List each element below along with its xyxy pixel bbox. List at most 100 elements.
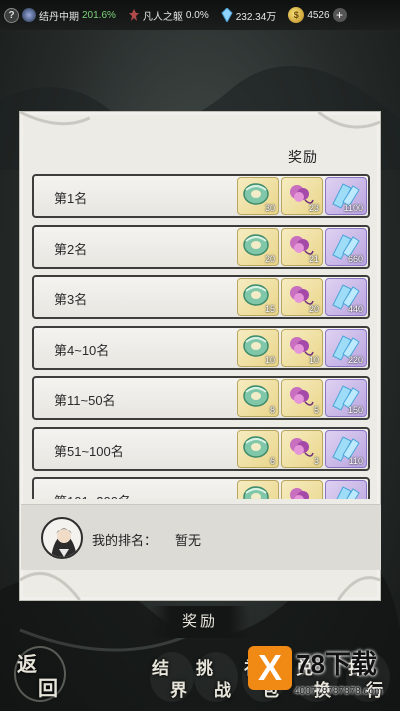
reward-slot[interactable]: 10	[281, 328, 323, 367]
spirit-stone-group: 232.34万	[221, 8, 277, 23]
reward-items: 6 3 110	[237, 429, 367, 468]
nav-item-2[interactable]: 挑战	[194, 652, 238, 708]
rank-row: 第2名 20 21 660	[32, 224, 370, 269]
purple-flower-icon	[290, 437, 314, 457]
reward-slot[interactable]: 23	[281, 177, 323, 215]
reward-slot[interactable]: 220	[325, 328, 367, 367]
back-button[interactable]: 返 回	[14, 646, 66, 702]
reward-count: 110	[348, 455, 363, 466]
reward-slot[interactable]: 20	[281, 278, 323, 316]
purple-flower-icon	[290, 488, 309, 499]
reward-slot[interactable]: 110	[325, 429, 367, 468]
rank-label: 第101~200名	[54, 491, 131, 499]
reward-count: 23	[308, 203, 319, 213]
rank-list[interactable]: 第1名 30 23 1100 第2名 20 21 660 第3名 15 20 440 第4~10名 10 1…	[32, 174, 370, 499]
status-bar: ? 结丹中期 201.6% 凡人之躯 0.0% 232.34万 $ 4526 +	[0, 0, 400, 30]
spirit-stone-icon	[221, 8, 233, 22]
rank-label: 第2名	[54, 241, 88, 257]
reward-slot[interactable]: 30	[237, 177, 279, 215]
avatar	[41, 517, 83, 559]
reward-count: 10	[264, 354, 275, 365]
body-figure-icon	[128, 9, 139, 21]
body-realm-progress: 0.0%	[185, 9, 209, 21]
jade-ring-icon	[243, 486, 269, 499]
reward-count: 1100	[343, 203, 363, 213]
reward-slot[interactable]: 15	[237, 278, 279, 316]
coin-group: $ 4526 +	[288, 7, 347, 23]
reward-count: 5	[313, 405, 319, 415]
reward-items: 8 5 150	[237, 379, 367, 417]
nav-char-2: 战	[214, 681, 231, 700]
back-char-2: 回	[38, 678, 58, 700]
my-rank-bar: 我的排名： 暂无	[21, 504, 381, 570]
reward-count: 440	[347, 304, 363, 314]
player-portrait-icon	[51, 528, 77, 557]
nav-char-2: 界	[170, 681, 187, 700]
reward-count: 220	[347, 354, 363, 365]
reward-count: 10	[308, 354, 319, 365]
body-realm-name: 凡人之躯	[142, 11, 183, 23]
reward-count: 3	[313, 455, 319, 466]
reward-slot[interactable]: 3	[281, 429, 323, 468]
rank-label: 第3名	[54, 292, 88, 307]
reward-count: 30	[264, 203, 275, 213]
rank-row: 第1名 30 23 1100	[32, 174, 370, 218]
reward-slot[interactable]	[237, 480, 279, 499]
rank-label: 第51~100名	[54, 443, 124, 459]
watermark-url: 400778787878.com	[294, 686, 383, 697]
reward-slot[interactable]: 440	[325, 278, 367, 316]
realm-orb-icon	[22, 8, 36, 22]
reward-slot[interactable]: 5	[281, 379, 323, 417]
reward-slot[interactable]: 21	[281, 227, 323, 266]
back-char-1: 返	[17, 654, 37, 676]
reward-count: 15	[264, 304, 275, 314]
ranking-rewards-panel: 奖励 第1名 30 23 1100 第2名 20 21 660 第3名 15 20 440 第4~10名…	[19, 111, 381, 601]
tab-rewards[interactable]: 奖励	[150, 606, 250, 638]
rank-row: 第4~10名 10 10 220	[32, 325, 370, 370]
blue-crystal-icon	[336, 486, 360, 499]
rank-row: 第101~200名	[32, 477, 370, 499]
purple-flower-icon	[290, 387, 314, 406]
reward-slot[interactable]	[325, 480, 367, 499]
realm-name: 结丹中期	[39, 11, 79, 23]
nav-char-1: 挑	[196, 659, 213, 678]
reward-count: 20	[308, 304, 319, 314]
watermark-logo: X	[248, 646, 292, 690]
rank-row: 第51~100名 6 3 110	[32, 426, 370, 471]
spirit-stone-count: 232.34万	[235, 11, 277, 23]
site-watermark: X 78下载 400778787878.com	[248, 640, 396, 706]
coin-icon: $	[288, 7, 305, 23]
reward-items: 20 21 660	[237, 227, 367, 266]
reward-slot[interactable]: 150	[325, 379, 367, 417]
rewards-column-header: 奖励	[288, 149, 318, 165]
watermark-title: 78下载	[296, 649, 377, 679]
nav-item-1[interactable]: 结界	[150, 652, 194, 708]
question-icon[interactable]: ?	[4, 7, 19, 23]
jade-ring-icon	[243, 385, 269, 407]
reward-count: 6	[269, 455, 275, 466]
reward-slot[interactable]: 20	[237, 227, 279, 266]
my-rank-value: 暂无	[175, 533, 202, 548]
rank-row: 第11~50名 8 5 150	[32, 376, 370, 420]
body-realm-group: 凡人之躯 0.0%	[128, 8, 209, 23]
reward-slot[interactable]: 1100	[325, 177, 367, 215]
reward-slot[interactable]: 660	[325, 227, 367, 266]
rank-label: 第1名	[54, 191, 88, 206]
jade-ring-icon	[243, 435, 269, 458]
rank-row: 第3名 15 20 440	[32, 275, 370, 319]
nav-char-1: 结	[152, 659, 169, 678]
add-coins-button[interactable]: +	[332, 8, 347, 22]
my-rank-label: 我的排名：	[92, 533, 158, 548]
reward-items	[237, 480, 367, 499]
realm-group: ? 结丹中期 201.6%	[4, 7, 116, 23]
reward-count: 150	[347, 405, 363, 415]
reward-slot[interactable]: 8	[237, 379, 279, 417]
reward-count: 660	[347, 253, 363, 264]
realm-progress: 201.6%	[82, 9, 116, 21]
reward-slot[interactable]	[281, 480, 323, 499]
reward-count: 8	[269, 405, 275, 415]
reward-items: 15 20 440	[237, 278, 367, 316]
reward-items: 30 23 1100	[237, 177, 367, 215]
reward-slot[interactable]: 6	[237, 429, 279, 468]
reward-slot[interactable]: 10	[237, 328, 279, 367]
